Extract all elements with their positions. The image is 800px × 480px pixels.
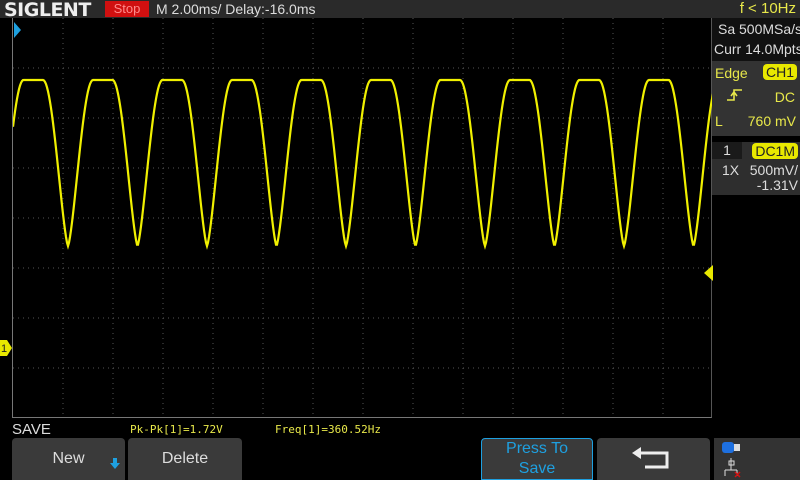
memory-depth: Curr 14.0Mpts [714, 41, 800, 57]
new-label: New [52, 450, 85, 467]
delete-label: Delete [161, 450, 209, 467]
timebase-readout[interactable]: M 2.00ms/ Delay:-16.0ms [156, 1, 316, 17]
sample-rate: Sa 500MSa/s [718, 21, 800, 37]
trigger-type: Edge [715, 65, 748, 81]
rising-edge-icon [727, 89, 742, 101]
trigger-level-label: L [715, 113, 723, 129]
channel-number: 1 [712, 142, 742, 159]
trigger-level-marker[interactable] [704, 265, 713, 281]
new-button[interactable]: New [12, 438, 125, 480]
graticule [13, 18, 713, 418]
waveform-display[interactable] [12, 18, 713, 418]
channel-coupling: DC1M [752, 143, 798, 159]
measurement-pkpk: Pk-Pk[1]=1.72V [130, 423, 223, 436]
run-stop-status[interactable]: Stop [105, 1, 149, 17]
trigger-level: 760 mV [747, 113, 796, 129]
save-label: Press To Save [506, 440, 568, 477]
vertical-scale: 500mV/ [749, 162, 798, 178]
ch1-marker-label: 1 [1, 343, 7, 355]
trigger-position-marker [14, 22, 21, 38]
acquisition-panel: Sa 500MSa/s Curr 14.0Mpts [712, 18, 800, 61]
probe-attenuation: 1X [722, 162, 740, 178]
delete-button[interactable]: Delete [128, 438, 242, 480]
trigger-coupling: DC [774, 89, 795, 105]
top-bar: SIGLENT Stop M 2.00ms/ Delay:-16.0ms f <… [0, 0, 800, 21]
menu-title: SAVE [12, 421, 51, 438]
waveform-svg [13, 18, 713, 418]
arrow-down-icon [110, 458, 120, 469]
vertical-offset: -1.31V [756, 177, 798, 193]
status-icons [714, 438, 800, 480]
network-icon [724, 458, 741, 478]
usb-icon [722, 442, 740, 453]
frequency-counter: f < 10Hz [739, 0, 796, 17]
ch1-ground-marker[interactable]: 1 [0, 340, 12, 356]
back-button[interactable] [597, 438, 710, 480]
measurement-freq: Freq[1]=360.52Hz [275, 423, 381, 436]
press-to-save-button[interactable]: Press To Save [481, 438, 593, 480]
return-arrow-icon [631, 447, 668, 469]
trigger-source: CH1 [762, 64, 797, 80]
channel1-panel[interactable]: 1 DC1M 1X 500mV/ -1.31V [712, 142, 800, 195]
trigger-panel[interactable]: Edge CH1 DC L 760 mV [712, 61, 800, 136]
